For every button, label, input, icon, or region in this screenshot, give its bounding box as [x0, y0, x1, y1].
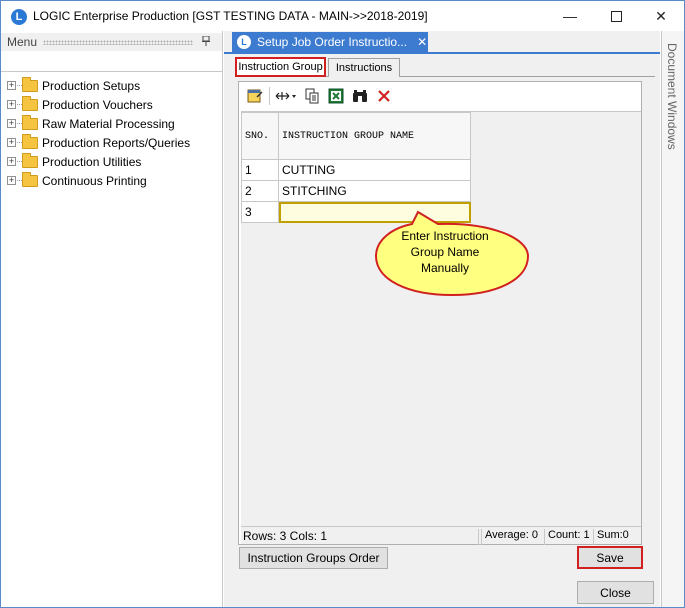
menu-item[interactable]: + Production Reports/Queries [7, 133, 190, 152]
document-area: L Setup Job Order Instructio... ✕ Instru… [224, 31, 660, 607]
close-icon: ✕ [655, 7, 667, 24]
status-bar: Rows: 3 Cols: 1 Average: 0 Count: 1 Sum:… [241, 526, 641, 545]
cell-sno[interactable]: 3 [241, 201, 279, 223]
cell-sno[interactable]: 2 [241, 180, 279, 202]
maximize-icon [610, 10, 622, 22]
toolbar-separator [269, 87, 270, 105]
folder-icon [22, 76, 38, 92]
instruction-group-table: SNO. INSTRUCTION GROUP NAME 1 CUTTING 2 STI… [241, 112, 471, 223]
instruction-groups-order-button[interactable]: Instruction Groups Order [239, 547, 388, 569]
minimize-button[interactable]: — [547, 1, 593, 31]
grid-panel: SNO. INSTRUCTION GROUP NAME 1 CUTTING 2 STI… [238, 81, 642, 545]
grid-toolbar [239, 82, 641, 110]
binoculars-icon[interactable] [350, 87, 370, 105]
expand-icon[interactable]: + [7, 119, 16, 128]
inner-tab-bar: Instruction Group Instructions [235, 57, 655, 77]
folder-icon [22, 95, 38, 111]
table-row[interactable]: 3 [241, 201, 471, 223]
callout-line-2: Group Name [410, 245, 480, 259]
callout-text: Enter Instruction Group Name Manually [395, 228, 495, 276]
doc-tab-label: Setup Job Order Instructio... [257, 35, 408, 49]
menu-title: Menu [7, 35, 38, 49]
cell-instruction-group-name[interactable]: CUTTING [278, 159, 471, 181]
close-button[interactable]: Close [577, 581, 654, 604]
menu-item-label: Production Utilities [42, 154, 142, 169]
expand-icon[interactable]: + [7, 157, 16, 166]
pin-icon[interactable] [202, 35, 211, 49]
status-average: Average: 0 [481, 529, 543, 545]
menu-item-label: Production Vouchers [42, 97, 153, 112]
folder-icon [22, 133, 38, 149]
document-windows-label: Document Windows [665, 43, 679, 150]
menu-panel: Menu + Production Setups + Production Vouch… [1, 31, 223, 607]
tab-instruction-group[interactable]: Instruction Group [235, 57, 326, 77]
maximize-button[interactable] [593, 1, 639, 31]
menu-header: Menu [1, 33, 222, 51]
save-button[interactable]: Save [577, 546, 643, 569]
callout-line-1: Enter Instruction [401, 229, 489, 243]
folder-icon [22, 171, 38, 187]
app-logo-icon: L [237, 35, 251, 49]
copy-icon[interactable] [302, 87, 322, 105]
callout-line-3: Manually [420, 261, 470, 275]
column-resize-icon[interactable] [274, 87, 298, 105]
menu-item-label: Raw Material Processing [42, 116, 175, 131]
menu-item-label: Production Reports/Queries [42, 135, 191, 150]
table-row[interactable]: 1 CUTTING [241, 159, 471, 181]
column-header-sno[interactable]: SNO. [241, 112, 279, 160]
status-count: Count: 1 [544, 529, 592, 545]
delete-icon[interactable] [374, 87, 394, 105]
document-windows-panel[interactable]: Document Windows [661, 31, 684, 607]
menu-item[interactable]: + Raw Material Processing [7, 114, 190, 133]
doc-tab-strip [224, 52, 660, 54]
status-rows-cols: Rows: 3 Cols: 1 [243, 529, 479, 545]
folder-icon [22, 114, 38, 130]
instruction-group-name-input[interactable] [278, 201, 471, 223]
expand-icon[interactable]: + [7, 81, 16, 90]
menu-tree: + Production Setups + Production Vouchers + R… [7, 76, 190, 190]
menu-search-input[interactable] [1, 52, 222, 72]
title-bar: L LOGIC Enterprise Production [GST TESTI… [1, 1, 684, 31]
folder-icon [22, 152, 38, 168]
app-logo-icon: L [11, 9, 27, 25]
expand-icon[interactable]: + [7, 176, 16, 185]
close-window-button[interactable]: ✕ [638, 1, 684, 31]
expand-icon[interactable]: + [7, 100, 16, 109]
tab-setup-job-order-instructions[interactable]: L Setup Job Order Instructio... ✕ [232, 32, 428, 52]
status-sum: Sum:0 [593, 529, 641, 545]
cell-sno[interactable]: 1 [241, 159, 279, 181]
tab-instructions[interactable]: Instructions [328, 58, 400, 77]
grid-area: SNO. INSTRUCTION GROUP NAME 1 CUTTING 2 STI… [241, 111, 641, 526]
minimize-icon: — [563, 8, 577, 24]
excel-icon[interactable] [326, 87, 346, 105]
menu-item[interactable]: + Production Vouchers [7, 95, 190, 114]
expand-icon[interactable]: + [7, 138, 16, 147]
menu-item[interactable]: + Production Utilities [7, 152, 190, 171]
close-icon[interactable]: ✕ [417, 35, 427, 49]
table-row[interactable]: 2 STITCHING [241, 180, 471, 202]
menu-grip[interactable] [43, 39, 194, 45]
menu-item-label: Production Setups [42, 78, 141, 93]
column-header-instruction-group-name[interactable]: INSTRUCTION GROUP NAME [278, 112, 471, 160]
menu-item-label: Continuous Printing [42, 173, 147, 188]
menu-item[interactable]: + Continuous Printing [7, 171, 190, 190]
notepad-icon[interactable] [245, 87, 265, 105]
window-title: LOGIC Enterprise Production [GST TESTING… [33, 9, 428, 23]
menu-item[interactable]: + Production Setups [7, 76, 190, 95]
app-window: L LOGIC Enterprise Production [GST TESTI… [0, 0, 685, 608]
cell-instruction-group-name[interactable]: STITCHING [278, 180, 471, 202]
